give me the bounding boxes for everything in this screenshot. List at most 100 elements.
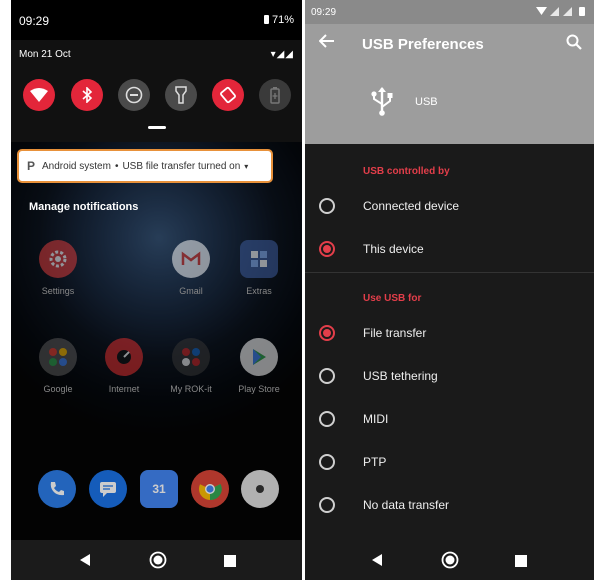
back-nav-icon[interactable] [371, 553, 383, 572]
recents-nav-icon[interactable] [224, 554, 236, 572]
dock-phone[interactable] [38, 470, 76, 508]
app-label: Play Store [238, 384, 280, 394]
option-midi[interactable]: MIDI [305, 399, 594, 439]
phone-icon [50, 482, 64, 496]
app-my-rokit[interactable]: My ROK-it [169, 338, 213, 394]
panel-drag-handle[interactable] [148, 126, 166, 129]
option-no-data-transfer[interactable]: No data transfer [305, 485, 594, 525]
app-play-store[interactable]: Play Store [237, 338, 281, 394]
option-connected-device[interactable]: Connected device [305, 186, 594, 226]
app-google-folder[interactable]: Google [36, 338, 80, 394]
play-store-icon [240, 338, 278, 376]
app-label: My ROK-it [170, 384, 212, 394]
quick-settings-panel: Mon 21 Oct ▾◢◢ [11, 40, 302, 142]
quick-settings-date: Mon 21 Oct [19, 49, 71, 60]
camera-icon [256, 485, 264, 493]
option-ptp[interactable]: PTP [305, 442, 594, 482]
battery-icon [263, 15, 269, 24]
radio-button[interactable] [319, 454, 335, 470]
section-divider [305, 272, 594, 273]
app-label: Extras [246, 286, 272, 296]
chrome-icon [199, 477, 222, 501]
right-phone-screen: 09:29 USB Preferences USB USB controlled… [305, 0, 594, 580]
radio-button[interactable] [319, 198, 335, 214]
bluetooth-tile[interactable] [71, 79, 103, 111]
app-gmail[interactable]: Gmail [169, 240, 213, 296]
battery-percent: 71% [271, 14, 294, 26]
app-bar: USB Preferences USB [305, 24, 594, 144]
usb-label: USB [415, 96, 438, 108]
bluetooth-icon [82, 87, 93, 103]
recents-nav-icon[interactable] [515, 554, 527, 572]
radio-button[interactable] [319, 368, 335, 384]
extras-icon [240, 240, 278, 278]
status-bar: 09:29 [305, 0, 594, 24]
settings-icon [39, 240, 77, 278]
radio-button-selected[interactable] [319, 325, 335, 341]
navigation-bar [11, 540, 302, 580]
flashlight-icon [175, 86, 187, 104]
option-file-transfer[interactable]: File transfer [305, 313, 594, 353]
battery-saver-icon [270, 87, 280, 104]
back-nav-icon[interactable] [79, 553, 91, 572]
section-header-use-usb-for: Use USB for [363, 293, 422, 304]
battery-indicator: 71% [263, 14, 294, 26]
status-bar: 09:29 71% [11, 0, 302, 40]
calendar-icon: 31 [152, 482, 166, 496]
app-label: Google [43, 384, 73, 394]
auto-rotate-tile[interactable] [212, 79, 244, 111]
notification-text: USB file transfer turned on [122, 160, 241, 172]
radio-button-selected[interactable] [319, 241, 335, 257]
option-usb-tethering[interactable]: USB tethering [305, 356, 594, 396]
auto-rotate-icon [220, 86, 236, 104]
app-settings[interactable]: Settings [36, 240, 80, 296]
dock-camera[interactable] [241, 470, 279, 508]
app-label: Internet [108, 384, 140, 394]
status-time: 09:29 [19, 14, 50, 28]
gmail-icon [172, 240, 210, 278]
radio-button[interactable] [319, 497, 335, 513]
manage-notifications-button[interactable]: Manage notifications [29, 201, 138, 213]
notification-separator: • [114, 160, 119, 172]
radio-button[interactable] [319, 411, 335, 427]
home-nav-icon[interactable] [441, 551, 459, 574]
do-not-disturb-icon [125, 86, 143, 104]
app-label: Settings [41, 286, 75, 296]
app-extras[interactable]: Extras [237, 240, 281, 296]
option-label: Connected device [363, 199, 460, 213]
option-label: USB tethering [363, 369, 438, 383]
option-this-device[interactable]: This device [305, 229, 594, 269]
chevron-down-icon[interactable]: ▾ [244, 162, 248, 171]
google-folder-icon [39, 338, 77, 376]
signal-icons: ▾◢◢ [270, 49, 294, 60]
battery-saver-tile[interactable] [259, 79, 291, 111]
dock-calendar[interactable]: 31 [140, 470, 178, 508]
section-header-controlled-by: USB controlled by [363, 166, 450, 177]
status-icons [536, 6, 588, 20]
wifi-tile[interactable] [23, 79, 55, 111]
do-not-disturb-tile[interactable] [118, 79, 150, 111]
option-label: MIDI [363, 412, 389, 426]
option-label: PTP [363, 455, 387, 469]
search-icon[interactable] [566, 34, 582, 55]
notification-app-name: Android system [42, 160, 111, 172]
option-label: File transfer [363, 326, 427, 340]
app-label: Gmail [179, 286, 203, 296]
flashlight-tile[interactable] [165, 79, 197, 111]
dock-chrome[interactable] [191, 470, 229, 508]
back-arrow-icon[interactable] [318, 32, 335, 53]
option-label: This device [363, 242, 424, 256]
status-time: 09:29 [311, 7, 337, 18]
app-internet[interactable]: Internet [102, 338, 146, 394]
navigation-bar [305, 540, 594, 580]
dock-messages[interactable] [89, 470, 127, 508]
usb-icon [369, 86, 395, 121]
usb-notification[interactable]: P Android system • USB file transfer tur… [17, 149, 273, 183]
internet-icon [105, 338, 143, 376]
android-system-icon: P [27, 159, 36, 173]
rokit-icon [172, 338, 210, 376]
page-title: USB Preferences [362, 36, 484, 53]
home-nav-icon[interactable] [149, 551, 167, 574]
option-label: No data transfer [363, 498, 450, 512]
left-phone-screen: 09:29 71% Mon 21 Oct ▾◢◢ P Android syste… [11, 0, 302, 580]
